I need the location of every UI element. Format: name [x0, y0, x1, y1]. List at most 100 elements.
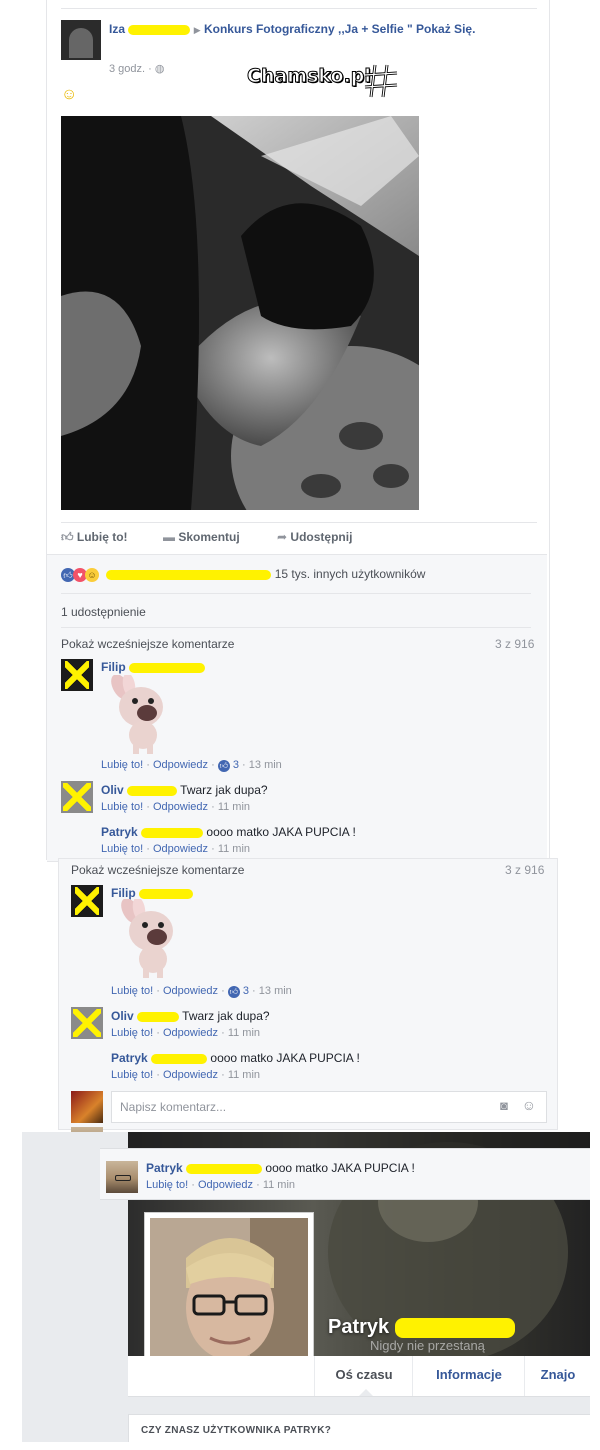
comment-body: Patryk oooo matko JAKA PUPCIA !	[146, 1161, 415, 1175]
comment-time[interactable]: 11 min	[263, 1179, 295, 1191]
comments-panel: 👍︎ ♥ ☺ 15 tys. innych użytkowników 1 udost…	[47, 554, 547, 933]
redaction-mark	[186, 1163, 263, 1174]
like-label: Lubię to!	[76, 530, 128, 544]
globe-icon: ◍	[154, 63, 165, 75]
reactions-row[interactable]: 👍︎ ♥ ☺ 15 tys. innych użytkowników	[61, 567, 531, 582]
comment-author-row: Filip	[101, 660, 206, 674]
comment-author[interactable]: Filip	[111, 886, 136, 900]
comment-author[interactable]: Filip	[101, 660, 126, 674]
post-author-name[interactable]: Iza	[109, 22, 125, 36]
panel-divider	[61, 593, 531, 594]
share-icon: ➦	[277, 530, 288, 544]
haha-reaction-icon: ☺	[85, 568, 99, 582]
comment-author[interactable]: Patryk	[111, 1051, 148, 1065]
comment-reply-link[interactable]: Odpowiedz	[153, 843, 208, 855]
comment-composer[interactable]: Napisz komentarz... ◙ ☺	[111, 1091, 547, 1123]
comment-time[interactable]: 13 min	[249, 759, 282, 771]
arrow-icon: ▶	[193, 25, 201, 35]
overlay-comment: Patryk oooo matko JAKA PUPCIA ! Lubię to…	[100, 1148, 590, 1200]
photo-content	[61, 116, 419, 510]
comment-time[interactable]: 11 min	[218, 843, 250, 855]
tab-timeline[interactable]: Oś czasu	[314, 1356, 413, 1396]
comment-like-icon: 👍︎	[227, 986, 240, 998]
tab-friends-label: Znajo	[540, 1367, 576, 1382]
commenter-avatar[interactable]	[106, 1161, 138, 1193]
comment-like-link[interactable]: Lubię to!	[146, 1179, 188, 1191]
action-bar: 👍︎ Lubię to! ▬ Skomentuj ➦ Udostępnij	[61, 530, 537, 550]
comment-like-icon: 👍︎	[217, 760, 230, 772]
rabbit-sticker[interactable]	[107, 673, 167, 754]
redaction-mark	[63, 783, 91, 811]
comment-time[interactable]: 11 min	[228, 1027, 260, 1039]
comment-reply-link[interactable]: Odpowiedz	[163, 1027, 218, 1039]
comment-meta: Lubię to! · Odpowiedz · 11 min	[101, 843, 251, 855]
comment-action[interactable]: ▬ Skomentuj	[163, 530, 240, 544]
commenter-avatar[interactable]	[61, 781, 93, 813]
comments-count: 3 z 916	[495, 637, 535, 651]
comment-text: Twarz jak dupa?	[180, 783, 268, 797]
reactions-count-text[interactable]: 15 tys. innych użytkowników	[275, 567, 426, 581]
know-user-card: CZY ZNASZ UŻYTKOWNIKA PATRYK?	[128, 1414, 590, 1442]
comment-reply-link[interactable]: Odpowiedz	[163, 1069, 218, 1081]
comment-like-count[interactable]: 3	[233, 759, 239, 771]
know-user-heading: CZY ZNASZ UŻYTKOWNIKA PATRYK?	[141, 1425, 332, 1436]
post-time[interactable]: 3 godz.	[109, 63, 145, 75]
comment-author[interactable]: Oliv	[111, 1009, 134, 1023]
commenter-avatar[interactable]	[61, 659, 93, 691]
comment-body: Oliv Twarz jak dupa?	[101, 783, 268, 797]
post-card: Iza ▶ Konkurs Fotograficzny ,,Ja + Selfi…	[46, 0, 550, 933]
comment-author[interactable]: Patryk	[101, 825, 138, 839]
comment-like-link[interactable]: Lubię to!	[111, 1069, 153, 1081]
redaction-mark	[139, 888, 194, 899]
redaction-mark	[75, 887, 99, 915]
tab-friends[interactable]: Znajo	[524, 1356, 590, 1396]
comment-text: oooo matko JAKA PUPCIA !	[210, 1051, 360, 1065]
comment-icon: ▬	[163, 530, 175, 544]
comment-time[interactable]: 13 min	[259, 985, 292, 997]
post-author-avatar[interactable]	[61, 20, 101, 60]
like-action[interactable]: 👍︎ Lubię to!	[61, 530, 128, 545]
top-divider	[61, 8, 537, 9]
comment-time[interactable]: 11 min	[218, 801, 250, 813]
comment-reply-link[interactable]: Odpowiedz	[163, 985, 218, 997]
comment-time[interactable]: 11 min	[228, 1069, 260, 1081]
cover-caption: Nigdy nie przestaną	[370, 1338, 485, 1353]
redaction-mark	[65, 661, 89, 689]
profile-name[interactable]: Patryk	[328, 1316, 389, 1338]
redaction-mark	[129, 662, 206, 673]
post-photo[interactable]	[61, 116, 419, 510]
shares-count[interactable]: 1 udostępnienie	[61, 605, 146, 619]
emoji-icon[interactable]: ☺	[522, 1097, 536, 1113]
group-link[interactable]: Konkurs Fotograficzny ,,Ja + Selfie " Po…	[204, 22, 475, 36]
comment-like-link[interactable]: Lubię to!	[111, 985, 153, 997]
thumb-up-icon: 👍︎	[61, 530, 74, 544]
comment-like-link[interactable]: Lubię to!	[101, 801, 143, 813]
rabbit-sticker[interactable]	[117, 897, 177, 978]
post-meta: 3 godz. · ◍	[109, 63, 165, 75]
commenter-avatar[interactable]	[71, 1007, 103, 1039]
profile-tab-bar: Oś czasu Informacje Znajo	[128, 1356, 590, 1397]
camera-icon[interactable]: ◙	[500, 1098, 508, 1113]
tab-about[interactable]: Informacje	[412, 1356, 525, 1396]
show-previous-comments[interactable]: Pokaż wcześniejsze komentarze	[71, 863, 244, 877]
comment-author[interactable]: Patryk	[146, 1161, 183, 1175]
comment-meta: Lubię to! · Odpowiedz · 11 min	[101, 801, 251, 813]
show-previous-comments[interactable]: Pokaż wcześniejsze komentarze	[61, 637, 234, 651]
post-header: Iza ▶ Konkurs Fotograficzny ,,Ja + Selfi…	[109, 21, 529, 38]
comment-like-count[interactable]: 3	[243, 985, 249, 997]
share-action[interactable]: ➦ Udostępnij	[277, 530, 352, 544]
comments-panel-repeat: Pokaż wcześniejsze komentarze 3 z 916 Fi…	[58, 858, 558, 1159]
comment-author[interactable]: Oliv	[101, 783, 124, 797]
comment-reply-link[interactable]: Odpowiedz	[198, 1179, 253, 1191]
comment-like-link[interactable]: Lubię to!	[101, 843, 143, 855]
comment-reply-link[interactable]: Odpowiedz	[153, 759, 208, 771]
comment-reply-link[interactable]: Odpowiedz	[153, 801, 208, 813]
comment-like-link[interactable]: Lubię to!	[111, 1027, 153, 1039]
commenter-avatar[interactable]	[71, 885, 103, 917]
comment-like-link[interactable]: Lubię to!	[101, 759, 143, 771]
composer-avatar	[71, 1091, 103, 1123]
comment-text: Twarz jak dupa?	[182, 1009, 270, 1023]
panel-divider	[61, 627, 531, 628]
comment-meta: Lubię to! · Odpowiedz · 11 min	[111, 1027, 261, 1039]
comments-count: 3 z 916	[505, 863, 545, 877]
